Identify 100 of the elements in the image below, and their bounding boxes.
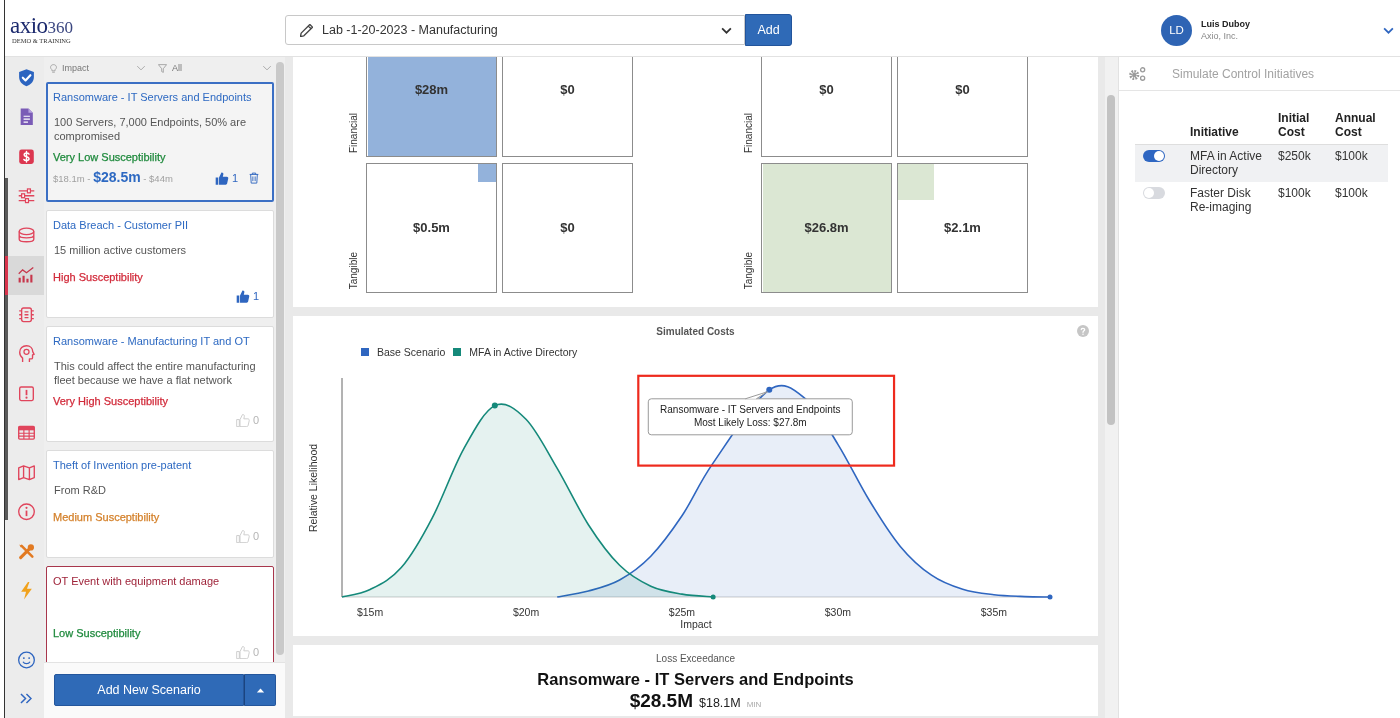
chart-title: Simulated Costs: [656, 325, 735, 337]
scenario-title[interactable]: Data Breach - Customer PII: [53, 217, 189, 233]
pencil-icon: [300, 23, 313, 37]
filter-icon: [158, 63, 167, 73]
data-point-icon: [491, 402, 498, 409]
axis-title: Relative Likelihood: [307, 443, 319, 533]
susceptibility-label: Medium Susceptibility: [53, 510, 160, 525]
table-cell-text: $250k: [1278, 149, 1312, 163]
chip-icon: [17, 305, 35, 324]
legend-label[interactable]: Base Scenario: [377, 346, 446, 358]
row-label: Financial: [743, 112, 755, 153]
scenario-title[interactable]: Theft of Invention pre-patent: [53, 457, 192, 473]
scenario-description: 15 million active customers: [54, 244, 187, 256]
scenario-card[interactable]: Data Breach - Customer PII 15 million active customers High Susceptibility 1: [46, 210, 274, 318]
tools-icon: [17, 542, 35, 561]
chevron-down-icon: [136, 65, 146, 71]
scenario-description: 100 Servers, 7,000 Endpoints, 50% are compromised: [54, 116, 246, 142]
axis-title: Impact: [680, 618, 712, 630]
chart-icon: [17, 266, 35, 285]
chevron-down-icon: [262, 65, 272, 71]
dollar-icon: [17, 147, 35, 166]
scenario-card[interactable]: Ransomware - IT Servers and Endpoints 100 Servers, 7,000 Endpoints, 50% are compromised Very Low Susceptibility $18.1m - $28.5m - $44m 1: [46, 82, 274, 202]
alert-icon: [17, 384, 35, 403]
min-loss-value: $18.1M: [699, 696, 741, 710]
user-name: Luis Duboy: [1201, 18, 1250, 30]
tooltip-text: Ransomware - IT Servers and Endpoints: [660, 403, 841, 415]
axis-tick-label: $15m: [356, 606, 384, 618]
scrollbar-thumb[interactable]: [1107, 95, 1115, 425]
assessment-dropdown[interactable]: Lab -1-20-2023 - Manufacturing: [285, 15, 745, 45]
scenario-title[interactable]: Ransomware - Manufacturing IT and OT: [53, 333, 250, 349]
row-label: Tangible: [348, 251, 360, 289]
scenario-title[interactable]: Ransomware - IT Servers and Endpoints: [53, 89, 252, 105]
cell-value: $0: [955, 82, 970, 98]
bulb-icon: [50, 63, 57, 73]
axis-tick-label: $35m: [980, 606, 1007, 618]
data-point-icon: [710, 594, 716, 600]
scenario-card[interactable]: Theft of Invention pre-patent From R&D Medium Susceptibility 0: [46, 450, 274, 558]
scenario-card[interactable]: Ransomware - Manufacturing IT and OT This could affect the entire manufacturing fleet because we have a flat network Very High Susceptibility 0: [46, 326, 274, 442]
susceptibility-label: High Susceptibility: [53, 270, 143, 285]
user-avatar[interactable]: LD: [1161, 14, 1192, 46]
cell-value: $0: [819, 82, 834, 98]
like-button[interactable]: 1: [235, 289, 259, 303]
table-icon: [17, 424, 35, 443]
caret-icon: [721, 26, 732, 34]
double-chevron-icon[interactable]: [20, 693, 32, 704]
caret-up-icon: [255, 687, 265, 693]
layers-icon: [17, 226, 35, 245]
toggle-switch[interactable]: [1143, 150, 1165, 162]
dropdown-toggle-button[interactable]: [244, 674, 276, 706]
table-cell-text: Faster Disk Re-imaging: [1190, 186, 1253, 214]
like-button[interactable]: 1: [214, 171, 238, 185]
scenario-title[interactable]: OT Event with equipment damage: [53, 573, 220, 589]
sort-dropdown[interactable]: Impact: [50, 63, 146, 73]
data-point-icon: [1047, 594, 1053, 600]
tooltip-text: Most Likely Loss: $27.8m: [693, 416, 807, 428]
table-cell-text: $100k: [1335, 149, 1369, 163]
nav-item[interactable]: [5, 255, 44, 295]
table-cell-text: $100k: [1335, 186, 1369, 200]
gears-icon: [1129, 66, 1146, 81]
shield-check-icon: [17, 68, 35, 87]
scenario-heading: Ransomware - IT Servers and Endpoints: [537, 669, 854, 690]
row-label: Financial: [348, 112, 360, 153]
data-point-icon: [766, 386, 773, 393]
logo-number: 360: [47, 17, 74, 37]
map-icon: [17, 463, 35, 482]
section-label: Loss Exceedance: [656, 652, 735, 666]
filter-dropdown[interactable]: All: [158, 63, 272, 73]
delete-icon[interactable]: [249, 172, 259, 184]
table-cell-text: $100k: [1278, 186, 1312, 200]
susceptibility-label: Very Low Susceptibility: [53, 150, 166, 165]
cell-value: $2.1m: [944, 220, 981, 236]
axis-tick-label: $20m: [512, 606, 540, 618]
add-scenario-button[interactable]: Add New Scenario: [54, 674, 245, 706]
smiley-icon[interactable]: [17, 650, 35, 669]
susceptibility-label: Low Susceptibility: [53, 626, 141, 641]
min-label: MIN: [746, 700, 762, 709]
cell-value: $0: [560, 82, 575, 98]
add-button[interactable]: Add: [745, 14, 792, 46]
caret-icon[interactable]: [1383, 26, 1394, 34]
axis-tick-label: $30m: [824, 606, 852, 618]
table-cell-text: MFA in Active Directory: [1190, 149, 1264, 177]
cell-value: $0.5m: [413, 220, 450, 236]
column-header: Initiative: [1190, 125, 1240, 139]
likely-loss-value: $28.5M: [629, 690, 693, 712]
column-header: Annual Cost: [1335, 111, 1377, 139]
scenario-description: From R&D: [54, 484, 106, 496]
scrollbar-thumb[interactable]: [276, 62, 284, 655]
sliders-icon: [17, 187, 35, 206]
panel-title: Simulate Control Initiatives: [1172, 66, 1315, 81]
scenario-card[interactable]: OT Event with equipment damage Low Susceptibility 0: [46, 566, 274, 662]
cell-value: $0: [560, 220, 575, 236]
axis-tick-label: $25m: [668, 606, 696, 618]
legend-label[interactable]: MFA in Active Directory: [469, 346, 578, 358]
column-header: Initial Cost: [1278, 111, 1311, 139]
toggle-switch[interactable]: [1143, 187, 1165, 199]
scenario-description: This could affect the entire manufacturing fleet because we have a flat network: [54, 360, 256, 386]
info-icon: [17, 503, 35, 522]
user-organization: Axio, Inc.: [1201, 30, 1239, 42]
cell-value: $26.8m: [804, 220, 849, 236]
head-icon: [17, 345, 35, 364]
